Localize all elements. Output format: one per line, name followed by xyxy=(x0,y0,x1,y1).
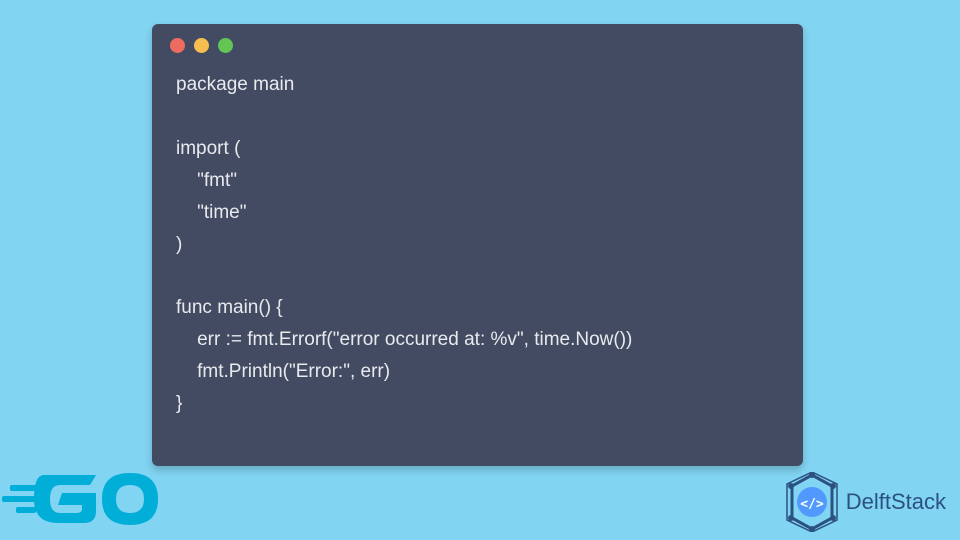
delftstack-label: DelftStack xyxy=(846,489,946,515)
go-logo xyxy=(2,463,167,538)
code-block: package main import ( "fmt" "time" ) fun… xyxy=(152,63,803,440)
window-controls xyxy=(152,24,803,63)
code-window: package main import ( "fmt" "time" ) fun… xyxy=(152,24,803,466)
minimize-dot xyxy=(194,38,209,53)
delftstack-badge: </> DelftStack xyxy=(782,472,946,532)
delftstack-icon: </> xyxy=(782,472,842,532)
svg-text:</>: </> xyxy=(800,497,824,512)
maximize-dot xyxy=(218,38,233,53)
close-dot xyxy=(170,38,185,53)
